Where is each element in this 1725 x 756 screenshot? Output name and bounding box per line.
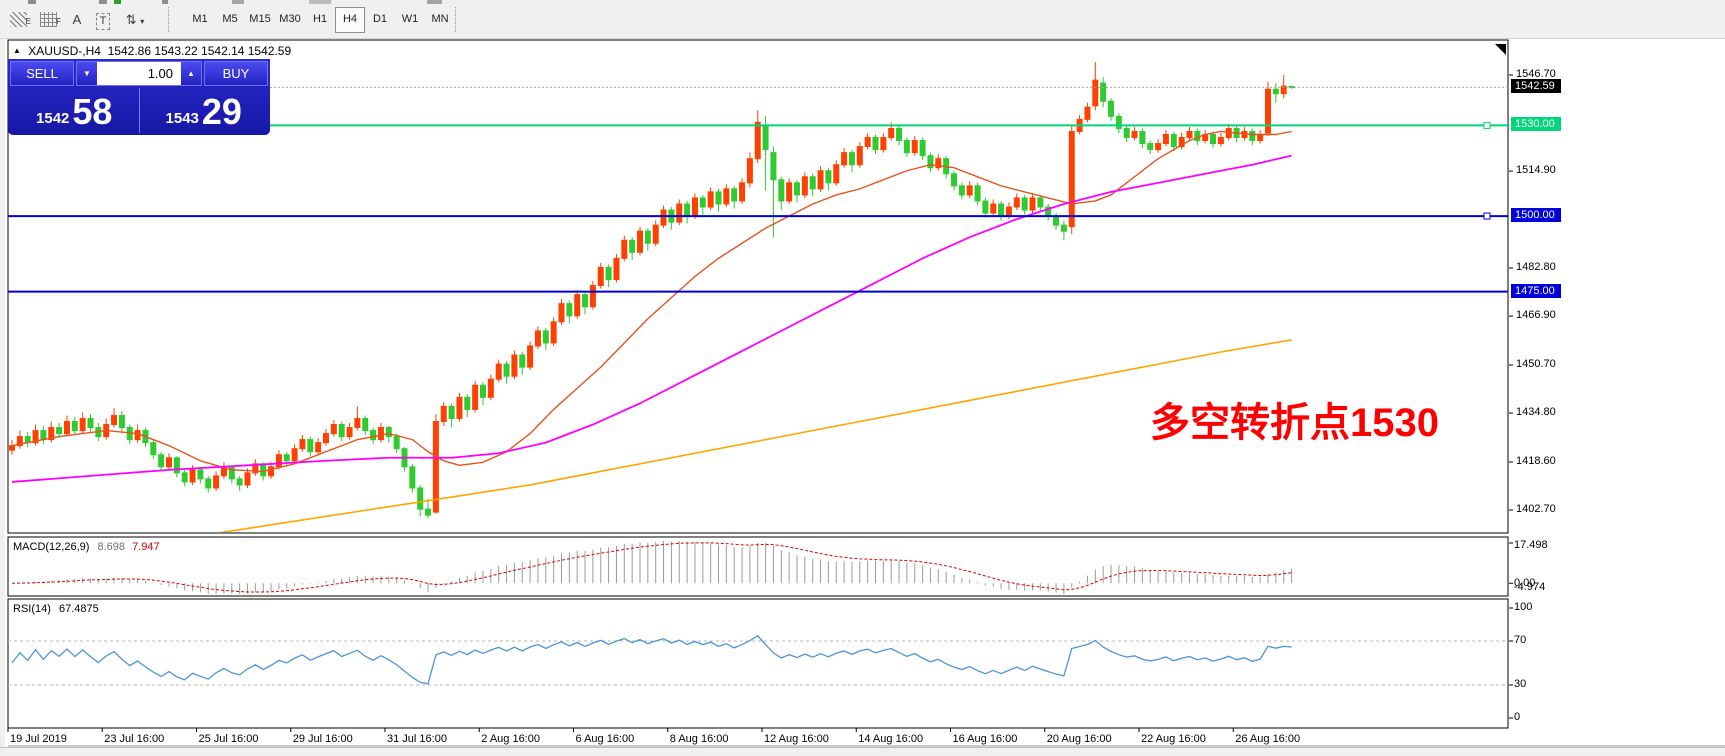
time-axis-label: 20 Aug 16:00 [1047, 733, 1112, 745]
rsi-value: 67.4875 [59, 603, 99, 615]
rsi-panel-frame[interactable] [8, 599, 1508, 728]
chart-symbol-header: ▲ XAUUSD-,H4 1542.86 1543.22 1542.14 154… [13, 44, 291, 58]
time-axis-label: 26 Aug 16:00 [1235, 733, 1300, 745]
price-axis-label: 1546.70 [1516, 68, 1556, 80]
symbol-label: XAUUSD-,H4 [28, 44, 101, 58]
buy-button[interactable]: BUY [204, 61, 268, 86]
time-axis-label: 23 Jul 16:00 [104, 733, 164, 745]
time-axis-label: 14 Aug 16:00 [858, 733, 923, 745]
time-axis-label: 8 Aug 16:00 [670, 733, 729, 745]
volume-stepper: ▼ ▲ [76, 61, 202, 86]
price-line-badge-1500.00: 1500.00 [1511, 208, 1561, 222]
time-axis-label: 2 Aug 16:00 [481, 733, 540, 745]
chart-annotation: 多空转折点1530 [1150, 390, 1439, 448]
price-axis-label: 1418.60 [1516, 455, 1556, 467]
bid-quote[interactable]: 1542 58 [10, 88, 139, 133]
hline-handle[interactable] [1484, 213, 1490, 219]
rsi-axis-label: 70 [1514, 634, 1526, 646]
one-click-trade-panel: SELL ▼ ▲ BUY 1542 58 1543 29 [8, 59, 270, 135]
volume-input[interactable] [97, 62, 181, 85]
time-axis-label: 16 Aug 16:00 [953, 733, 1018, 745]
macd-value-signal: 7.947 [132, 541, 160, 553]
price-axis-label: 1450.70 [1516, 358, 1556, 370]
current-price-badge: 1542.59 [1511, 79, 1561, 93]
time-axis-label: 6 Aug 16:00 [576, 733, 635, 745]
collapse-triangle-icon[interactable]: ▲ [13, 46, 21, 55]
rsi-axis-label: 0 [1514, 711, 1520, 723]
volume-down-icon[interactable]: ▼ [77, 62, 97, 85]
bid-pips: 58 [72, 94, 112, 130]
price-line-badge-1530.00: 1530.00 [1511, 117, 1561, 131]
price-axis-label: 1514.90 [1516, 164, 1556, 176]
time-axis-label: 25 Jul 16:00 [199, 733, 259, 745]
macd-header: MACD(12,26,9) 8.698 7.947 [13, 541, 160, 553]
price-axis-label: 1466.90 [1516, 309, 1556, 321]
hline-handle[interactable] [1484, 122, 1490, 128]
macd-axis-label: 17.498 [1514, 539, 1548, 551]
ask-handle: 1543 [166, 110, 199, 127]
rsi-label: RSI(14) [13, 603, 51, 615]
ask-pips: 29 [202, 94, 242, 130]
price-axis-label: 1402.70 [1516, 503, 1556, 515]
rsi-axis-label: 100 [1514, 601, 1532, 613]
macd-axis-label: -4.974 [1514, 581, 1545, 593]
time-axis-label: 22 Aug 16:00 [1141, 733, 1206, 745]
price-axis-label: 1482.80 [1516, 261, 1556, 273]
sell-button[interactable]: SELL [10, 61, 74, 86]
rsi-header: RSI(14) 67.4875 [13, 603, 99, 615]
ask-quote[interactable]: 1543 29 [140, 88, 269, 133]
rsi-axis-label: 30 [1514, 678, 1526, 690]
price-line-badge-1475.00: 1475.00 [1511, 284, 1561, 298]
macd-label: MACD(12,26,9) [13, 541, 89, 553]
macd-value-main: 8.698 [97, 541, 125, 553]
time-axis-label: 12 Aug 16:00 [764, 733, 829, 745]
ohlc-values: 1542.86 1543.22 1542.14 1542.59 [108, 44, 292, 58]
time-axis-label: 29 Jul 16:00 [293, 733, 353, 745]
volume-up-icon[interactable]: ▲ [181, 62, 201, 85]
price-axis-label: 1434.80 [1516, 406, 1556, 418]
time-axis-label: 19 Jul 2019 [10, 733, 67, 745]
bid-handle: 1542 [36, 110, 69, 127]
time-axis-label: 31 Jul 16:00 [387, 733, 447, 745]
